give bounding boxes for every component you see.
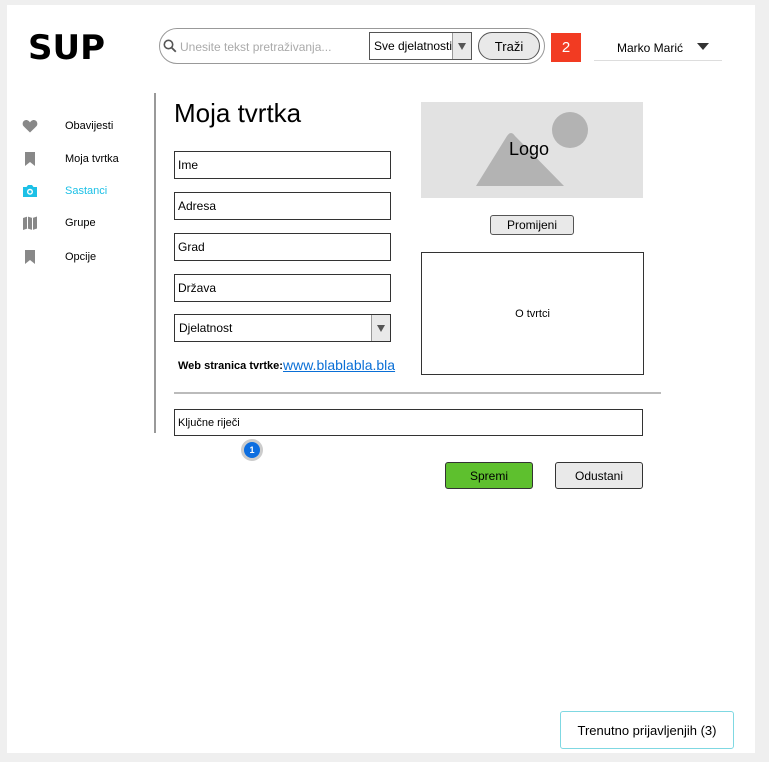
sidebar-divider [154, 93, 156, 433]
user-name: Marko Marić [617, 41, 684, 55]
caret-down-icon[interactable] [697, 43, 709, 50]
sidebar-item-opcije[interactable]: Opcije [22, 246, 152, 268]
country-field[interactable]: Država [174, 274, 391, 302]
address-field-placeholder: Adresa [178, 199, 217, 213]
keywords-field[interactable]: Ključne riječi [174, 409, 643, 436]
online-users-button[interactable]: Trenutno prijavljenjih (3) [560, 711, 734, 749]
sidebar-item-grupe[interactable]: Grupe [22, 212, 152, 234]
category-select[interactable]: Sve djelatnosti [369, 32, 472, 60]
sidebar-item-label: Moja tvrtka [65, 153, 119, 165]
annotation-marker: 1 [241, 439, 263, 461]
bookmark-icon [22, 151, 38, 167]
name-field-placeholder: Ime [178, 158, 199, 172]
about-textarea[interactable]: O tvrtci [421, 252, 644, 375]
sidebar-item-label: Opcije [65, 251, 97, 263]
chevron-down-icon[interactable] [452, 33, 471, 59]
sidebar-item-label: Grupe [65, 217, 96, 229]
activity-select-value: Djelatnost [179, 321, 233, 335]
sidebar-item-moja-tvrtka[interactable]: Moja tvrtka [22, 148, 152, 170]
logo-label: Logo [509, 139, 550, 159]
activity-select[interactable]: Djelatnost [174, 314, 391, 342]
about-placeholder: O tvrtci [515, 308, 550, 320]
sidebar-item-obavijesti[interactable]: Obavijesti [22, 115, 152, 137]
country-field-placeholder: Država [178, 281, 217, 295]
city-field-placeholder: Grad [178, 240, 205, 254]
heart-icon [22, 118, 38, 134]
app-logo: SUP [28, 28, 106, 68]
search-icon[interactable] [163, 39, 177, 58]
page-title: Moja tvrtka [174, 98, 302, 128]
name-field[interactable]: Ime [174, 151, 391, 179]
category-select-value: Sve djelatnosti [374, 39, 453, 53]
annotation-number: 1 [244, 442, 260, 458]
website-link[interactable]: www.blablabla.bla [283, 357, 395, 373]
search-button[interactable]: Traži [478, 32, 540, 60]
city-field[interactable]: Grad [174, 233, 391, 261]
search-input[interactable] [178, 35, 372, 59]
save-button[interactable]: Spremi [445, 462, 533, 489]
address-field[interactable]: Adresa [174, 192, 391, 220]
change-logo-button[interactable]: Promijeni [490, 215, 574, 235]
website-label: Web stranica tvrtke: [178, 360, 283, 372]
map-icon [22, 215, 38, 231]
notification-badge[interactable]: 2 [551, 33, 581, 62]
sidebar-item-label: Sastanci [65, 185, 108, 197]
sidebar-item-label: Obavijesti [65, 120, 114, 132]
sidebar-item-sastanci[interactable]: Sastanci [22, 180, 152, 202]
user-menu[interactable]: Marko Marić [594, 33, 722, 61]
keywords-placeholder: Ključne riječi [178, 416, 240, 429]
section-divider [174, 392, 661, 394]
chevron-down-icon[interactable] [371, 315, 390, 341]
bookmark-icon [22, 249, 38, 265]
camera-icon [22, 183, 38, 199]
cancel-button[interactable]: Odustani [555, 462, 643, 489]
